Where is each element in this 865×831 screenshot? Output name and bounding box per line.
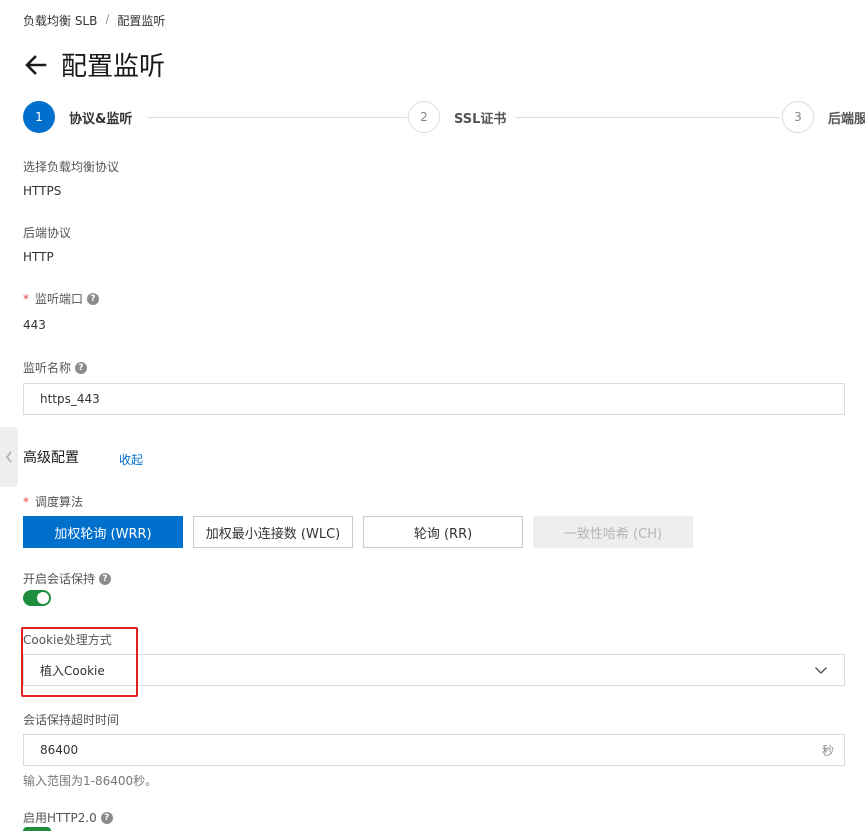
algorithm-option-ch: 一致性哈希 (CH) (533, 516, 693, 548)
step-connector (515, 117, 780, 118)
help-icon[interactable]: ? (75, 361, 88, 374)
session-timeout-label-text: 会话保持超时时间 (23, 713, 120, 727)
page-header: 配置监听 (23, 46, 165, 83)
help-icon[interactable]: ? (99, 572, 112, 585)
step-indicator: 1 协议&监听 2 SSL证书 3 后端服 (23, 101, 865, 133)
cookie-mode-label: Cookie处理方式 (23, 631, 112, 648)
breadcrumb-item-slb[interactable]: 负载均衡 SLB (23, 12, 97, 29)
side-panel-handle[interactable] (0, 427, 18, 487)
step-1-label: 协议&监听 (69, 111, 133, 127)
session-persistence-label: 开启会话保持 ? (23, 570, 112, 587)
http2-toggle[interactable] (23, 827, 51, 831)
algorithm-option-wrr[interactable]: 加权轮询 (WRR) (23, 516, 183, 548)
step-1-number: 1 (23, 101, 55, 133)
session-timeout-unit: 秒 (821, 743, 834, 758)
algorithm-option-wlc[interactable]: 加权最小连接数 (WLC) (193, 516, 353, 548)
cookie-mode-select[interactable]: 植入Cookie (23, 654, 845, 686)
cookie-mode-value: 植入Cookie (40, 663, 105, 678)
advanced-config-title: 高级配置 (23, 450, 79, 466)
breadcrumb: 负载均衡 SLB / 配置监听 (23, 12, 165, 29)
step-2: 2 SSL证书 (408, 101, 506, 133)
http2-label-text: 启用HTTP2.0 (23, 811, 97, 825)
page-title: 配置监听 (61, 52, 166, 82)
protocol-value: HTTPS (23, 184, 62, 198)
algorithm-label-text: 调度算法 (35, 495, 84, 509)
step-3: 3 后端服 (782, 101, 865, 133)
listen-name-label: 监听名称 ? (23, 359, 88, 376)
cookie-mode-label-text: Cookie处理方式 (23, 633, 112, 647)
collapse-link[interactable]: 收起 (119, 451, 143, 468)
session-timeout-hint: 输入范围为1-86400秒。 (23, 774, 158, 788)
required-mark: * (23, 291, 29, 306)
breadcrumb-item-current: 配置监听 (117, 14, 166, 28)
session-timeout-label: 会话保持超时时间 (23, 711, 119, 728)
step-3-label: 后端服 (828, 111, 865, 127)
protocol-label: 选择负载均衡协议 (23, 158, 119, 175)
listen-name-label-text: 监听名称 (23, 361, 72, 375)
chevron-down-icon (814, 663, 828, 677)
algorithm-label: * 调度算法 (23, 493, 83, 510)
breadcrumb-separator: / (105, 12, 110, 26)
session-persistence-toggle[interactable] (23, 590, 51, 606)
session-timeout-value: 86400 (40, 743, 79, 757)
toggle-knob (37, 592, 49, 604)
required-mark: * (23, 494, 29, 509)
listen-port-label: * 监听端口 ? (23, 290, 100, 307)
http2-label: 启用HTTP2.0 ? (23, 809, 113, 826)
chevron-left-icon (6, 451, 12, 463)
step-2-label: SSL证书 (454, 111, 507, 127)
protocol-label-text: 选择负载均衡协议 (23, 160, 120, 174)
listen-port-value: 443 (23, 318, 46, 332)
backend-protocol-label: 后端协议 (23, 224, 71, 241)
step-1: 1 协议&监听 (23, 101, 132, 133)
listen-name-input[interactable]: https_443 (23, 383, 845, 415)
backend-protocol-value: HTTP (23, 250, 54, 264)
step-connector (147, 117, 407, 118)
session-persistence-label-text: 开启会话保持 (23, 572, 96, 586)
backend-protocol-label-text: 后端协议 (23, 226, 72, 240)
arrow-left-icon[interactable] (23, 52, 49, 78)
help-icon[interactable]: ? (87, 292, 100, 305)
help-icon[interactable]: ? (100, 811, 113, 824)
session-timeout-input[interactable]: 86400 秒 (23, 734, 845, 766)
algorithm-option-rr[interactable]: 轮询 (RR) (363, 516, 523, 548)
step-3-number: 3 (782, 101, 814, 133)
listen-port-label-text: 监听端口 (35, 292, 84, 306)
step-2-number: 2 (408, 101, 440, 133)
